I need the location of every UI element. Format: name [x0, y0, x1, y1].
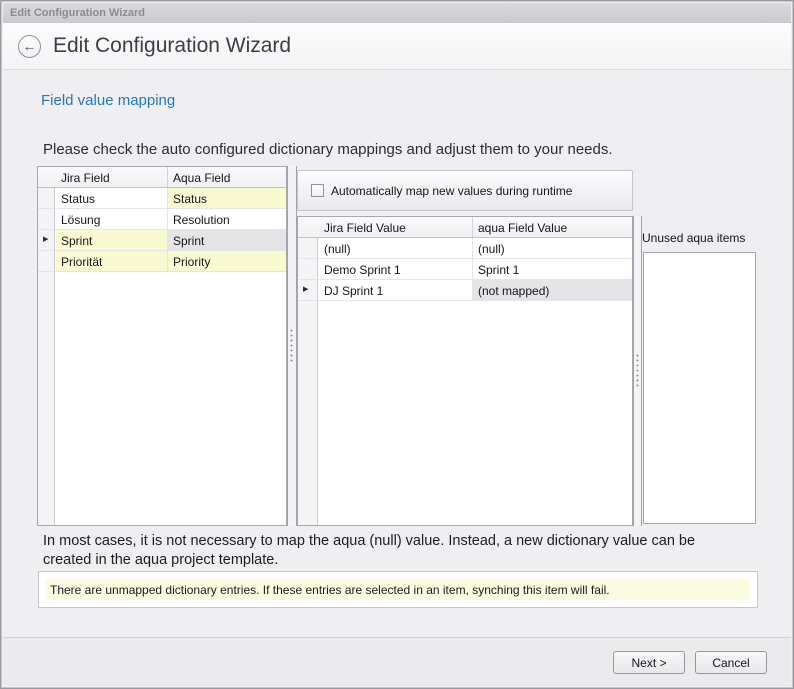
- back-button[interactable]: ←: [18, 35, 41, 58]
- cell-jira-field[interactable]: Status: [56, 188, 168, 208]
- cell-aqua-field-value[interactable]: (not mapped): [473, 280, 632, 300]
- cell-aqua-field[interactable]: Status: [168, 188, 286, 208]
- vertical-splitter[interactable]: [287, 166, 297, 526]
- next-button[interactable]: Next >: [613, 651, 685, 674]
- col-header-jira-field-value[interactable]: Jira Field Value: [319, 217, 473, 237]
- cell-aqua-field[interactable]: Resolution: [168, 209, 286, 229]
- warning-text: There are unmapped dictionary entries. I…: [50, 583, 610, 597]
- wizard-footer: Next > Cancel: [3, 637, 791, 686]
- cell-aqua-field[interactable]: Sprint: [168, 230, 286, 250]
- field-mapping-table: Jira Field Aqua Field Status Status Lösu…: [37, 166, 287, 526]
- table-row: (null) (null): [298, 238, 632, 259]
- cell-jira-field[interactable]: Lösung: [56, 209, 168, 229]
- section-title: Field value mapping: [41, 92, 175, 109]
- cell-aqua-field-value[interactable]: (null): [473, 238, 632, 258]
- auto-map-checkbox-label[interactable]: Automatically map new values during runt…: [331, 184, 572, 198]
- table-row: Priorität Priority: [38, 251, 286, 272]
- cell-jira-field-value[interactable]: DJ Sprint 1: [319, 280, 473, 300]
- cell-jira-field-value[interactable]: (null): [319, 238, 473, 258]
- col-header-aqua-field-value[interactable]: aqua Field Value: [473, 217, 632, 237]
- page-title: Edit Configuration Wizard: [53, 34, 291, 58]
- wizard-header: ← Edit Configuration Wizard: [3, 23, 791, 70]
- instruction-text: Please check the auto configured diction…: [43, 141, 613, 158]
- unused-aqua-items-label: Unused aqua items: [642, 231, 745, 245]
- vertical-splitter[interactable]: [633, 216, 642, 526]
- field-table-header: Jira Field Aqua Field: [38, 167, 286, 188]
- auto-map-panel: Automatically map new values during runt…: [297, 170, 633, 211]
- warning-box: There are unmapped dictionary entries. I…: [38, 571, 758, 608]
- auto-map-checkbox[interactable]: [311, 184, 324, 197]
- current-row-arrow-icon: ▶: [303, 286, 308, 293]
- note-text: In most cases, it is not necessary to ma…: [43, 532, 743, 570]
- cell-aqua-field[interactable]: Priority: [168, 251, 286, 271]
- edit-configuration-wizard-window: Edit Configuration Wizard ← Edit Configu…: [0, 0, 794, 689]
- cell-jira-field[interactable]: Sprint: [56, 230, 168, 250]
- cancel-button[interactable]: Cancel: [695, 651, 767, 674]
- col-header-aqua-field[interactable]: Aqua Field: [168, 167, 286, 187]
- cell-jira-field[interactable]: Priorität: [56, 251, 168, 271]
- table-row: Status Status: [38, 188, 286, 209]
- unused-aqua-items-list[interactable]: [643, 252, 756, 524]
- table-row: ▶ DJ Sprint 1 (not mapped): [298, 280, 632, 301]
- col-header-jira-field[interactable]: Jira Field: [56, 167, 168, 187]
- value-mapping-table: Jira Field Value aqua Field Value (null)…: [297, 216, 633, 526]
- window-title: Edit Configuration Wizard: [10, 7, 145, 19]
- current-row-arrow-icon: ▶: [43, 236, 48, 243]
- warning-highlight: There are unmapped dictionary entries. I…: [46, 579, 750, 600]
- table-row: Lösung Resolution: [38, 209, 286, 230]
- cell-aqua-field-value[interactable]: Sprint 1: [473, 259, 632, 279]
- value-table-header: Jira Field Value aqua Field Value: [298, 217, 632, 238]
- splitter-grip-icon: [290, 328, 295, 364]
- arrow-left-icon: ←: [23, 39, 37, 53]
- table-row: Demo Sprint 1 Sprint 1: [298, 259, 632, 280]
- splitter-grip-icon: [635, 353, 640, 389]
- cell-jira-field-value[interactable]: Demo Sprint 1: [319, 259, 473, 279]
- window-titlebar[interactable]: Edit Configuration Wizard: [3, 3, 791, 23]
- table-row: ▶ Sprint Sprint: [38, 230, 286, 251]
